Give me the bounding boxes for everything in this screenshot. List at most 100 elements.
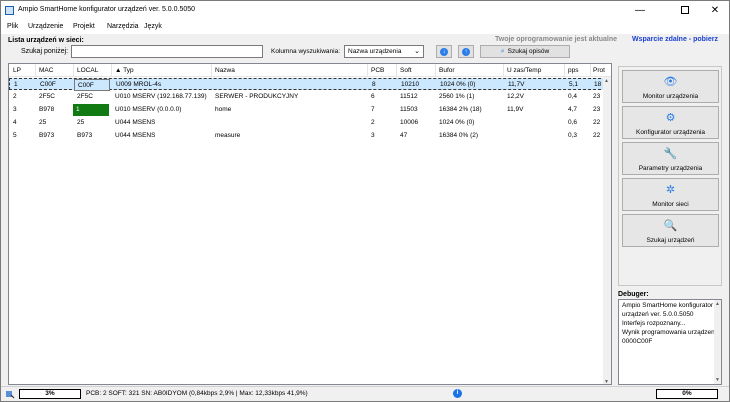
search-icon: 🔍 <box>663 220 678 232</box>
cell-mac: 2F5C <box>39 93 55 100</box>
debugger-scrollbar[interactable]: ▲ ▼ <box>714 300 721 384</box>
scroll-down-icon[interactable]: ▼ <box>715 377 720 383</box>
cell-local: 1 <box>73 104 109 116</box>
sort-up-button[interactable]: ↑ <box>458 45 474 58</box>
eye-icon: 👁 <box>663 76 678 88</box>
cell-pcb: 2 <box>371 119 375 126</box>
cell-pps: 0,3 <box>568 132 578 139</box>
column-header-mac[interactable]: MAC <box>39 67 53 74</box>
debugger-label: Debuger: <box>618 291 649 298</box>
arrow-up-icon: ↑ <box>462 48 470 56</box>
chevron-down-icon: ⌄ <box>414 48 420 55</box>
network-monitor-button[interactable]: ✲ Monitor sieci <box>622 178 719 211</box>
table-row[interactable]: 2 2F5C 2F5C U010 MSERV (192.168.77.139) … <box>9 91 611 103</box>
info-icon[interactable]: i <box>453 389 462 398</box>
column-header-pps[interactable]: pps <box>568 67 578 74</box>
cell-pps: 0,4 <box>568 93 578 100</box>
cell-lp: 5 <box>13 132 17 139</box>
menu-file[interactable]: Plik <box>7 23 18 30</box>
cell-voltage: 12,2V <box>507 93 524 100</box>
menu-device[interactable]: Urządzenie <box>28 23 63 30</box>
app-window: Ampio SmartHome konfigurator urządzeń ve… <box>0 0 730 402</box>
cell-mac: 25 <box>39 119 47 126</box>
column-header-local[interactable]: LOCAL <box>77 67 98 74</box>
sort-down-button[interactable]: ↓ <box>436 45 452 58</box>
cell-prot: 18 <box>594 81 602 88</box>
minimize-button[interactable]: — <box>625 1 655 21</box>
maximize-icon <box>681 6 689 15</box>
column-header-prot[interactable]: Prot <box>593 67 605 74</box>
column-header-lp[interactable]: LP <box>13 67 21 74</box>
cell-voltage: 11,7V <box>508 81 525 88</box>
cell-local: 25 <box>77 119 85 126</box>
column-header-name[interactable]: Nazwa <box>215 67 235 74</box>
search-column-label: Kolumna wyszukiwania: <box>271 48 341 55</box>
cell-local: B973 <box>77 132 93 139</box>
device-parameters-button[interactable]: 🔧 Parametry urządzenia <box>622 142 719 175</box>
cell-prot: 23 <box>593 106 601 113</box>
cell-pcb: 6 <box>371 93 375 100</box>
cell-lp: 3 <box>13 106 17 113</box>
gears-icon: ⚙ <box>665 112 676 124</box>
debugger-line: Ampio SmartHome konfigurator <box>622 302 714 309</box>
cell-lp: 1 <box>14 81 18 88</box>
spinner-icon: ✲ <box>665 184 676 196</box>
search-input[interactable] <box>71 45 263 58</box>
cell-pcb: 3 <box>371 132 375 139</box>
cell-prot: 22 <box>593 119 601 126</box>
column-header-pcb[interactable]: PCB <box>371 67 384 74</box>
column-header-soft[interactable]: Soft <box>400 67 412 74</box>
table-row[interactable]: 4 25 25 U044 MSENS 2 10006 1024 0% (0) 0… <box>9 117 611 129</box>
action-panel: 👁 Monitor urządzenia ⚙ Konfigurator urzą… <box>618 66 722 286</box>
search-devices-label: Szukaj urządzeń <box>646 237 695 244</box>
cell-name: SERWER - PRODUKCYJNY <box>215 93 299 100</box>
debugger-log[interactable]: Ampio SmartHome konfigurator urządzeń ve… <box>618 299 722 385</box>
menu-tools[interactable]: Narzędzia <box>107 23 139 30</box>
table-row[interactable]: 3 B978 1 U010 MSERV (0.0.0.0) home 7 115… <box>9 104 611 116</box>
column-header-type[interactable]: ▲ Typ <box>115 67 134 74</box>
column-header-voltage[interactable]: U zas/Temp <box>507 67 541 74</box>
cell-type: U009 MROL-4s <box>116 81 162 88</box>
cell-name: home <box>215 106 232 113</box>
cell-lp: 4 <box>13 119 17 126</box>
cell-name: measure <box>215 132 241 139</box>
cell-mac: B978 <box>39 106 55 113</box>
search-column-select[interactable]: Nazwa urządzenia ⌄ <box>344 45 424 58</box>
search-devices-button[interactable]: 🔍 Szukaj urządzeń <box>622 214 719 247</box>
device-configurator-button[interactable]: ⚙ Konfigurator urządzenia <box>622 106 719 139</box>
device-monitor-label: Monitor urządzenia <box>642 93 699 100</box>
table-scrollbar[interactable]: ▲ ▼ <box>603 77 611 384</box>
debugger-line: Wynik programowania urządzenia <box>622 329 720 336</box>
progress-right: 0% <box>656 389 718 399</box>
arrow-down-icon: ↓ <box>440 48 448 56</box>
wrench-icon: 🔧 <box>663 148 678 160</box>
scroll-up-icon[interactable]: ▲ <box>604 78 609 84</box>
cell-voltage: 11,9V <box>507 106 524 113</box>
title-bar: Ampio SmartHome konfigurator urządzeń ve… <box>1 1 729 21</box>
scroll-up-icon[interactable]: ▲ <box>715 301 720 307</box>
cell-soft: 11503 <box>400 106 418 113</box>
cell-prot: 23 <box>593 93 601 100</box>
search-descriptions-button[interactable]: ⌕ Szukaj opisów <box>480 45 570 58</box>
app-icon <box>5 6 14 15</box>
device-monitor-button[interactable]: 👁 Monitor urządzenia <box>622 70 719 103</box>
cell-soft: 47 <box>400 132 408 139</box>
remote-support-link[interactable]: Wsparcie zdalne - pobierz <box>632 36 718 43</box>
menu-language[interactable]: Język <box>144 23 162 30</box>
cell-buffer: 2560 1% (1) <box>439 93 475 100</box>
cell-buffer: 16384 0% (2) <box>439 132 479 139</box>
cell-pcb: 7 <box>371 106 375 113</box>
device-configurator-label: Konfigurator urządzenia <box>635 129 705 136</box>
table-row[interactable]: 5 B973 B973 U044 MSENS measure 3 47 1638… <box>9 130 611 142</box>
menu-project[interactable]: Projekt <box>73 23 95 30</box>
cell-lp: 2 <box>13 93 17 100</box>
table-row[interactable]: 1 C00F C00F U009 MROL-4s 8 10210 1024 0%… <box>9 78 611 91</box>
window-title: Ampio SmartHome konfigurator urządzeń ve… <box>18 6 196 13</box>
cell-mac: B973 <box>39 132 55 139</box>
status-text: PCB: 2 SOFT: 321 SN: AB0IDYOM (0,84kbps … <box>86 390 308 397</box>
scroll-down-icon[interactable]: ▼ <box>604 379 609 384</box>
cell-pps: 4,7 <box>568 106 578 113</box>
column-header-buffer[interactable]: Bufor <box>439 67 455 74</box>
maximize-button[interactable] <box>670 1 700 21</box>
close-button[interactable]: ✕ <box>700 1 730 21</box>
